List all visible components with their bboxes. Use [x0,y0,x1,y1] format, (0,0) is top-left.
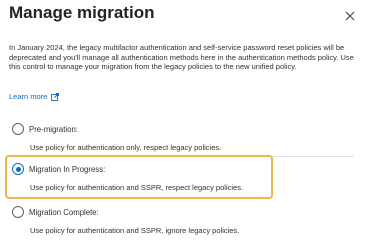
external-link-icon [51,92,60,101]
close-icon [345,11,355,21]
option-description: Use policy for authentication only, resp… [30,143,222,152]
dialog-title: Manage migration [9,3,155,22]
radio-migration-complete[interactable]: Migration Complete: [12,206,99,218]
radio-button[interactable] [12,123,24,135]
dialog-description: In January 2024, the legacy multifactor … [9,43,354,71]
learn-more-link[interactable]: Learn more [9,92,60,101]
option-label: Migration Complete: [29,207,99,217]
radio-pre-migration[interactable]: Pre-migration: [12,123,78,135]
learn-more-label: Learn more [9,92,48,101]
radio-button[interactable] [12,206,24,218]
option-description: Use policy for authentication and SSPR, … [30,183,244,192]
radio-migration-in-progress[interactable]: Migration In Progress: [12,163,105,175]
option-label: Migration In Progress: [29,164,106,174]
close-button[interactable] [344,9,356,21]
option-description: Use policy for authentication and SSPR, … [30,226,240,235]
selected-option-highlight [5,155,273,199]
option-label: Pre-migration: [29,124,78,134]
radio-button-checked[interactable] [12,163,24,175]
